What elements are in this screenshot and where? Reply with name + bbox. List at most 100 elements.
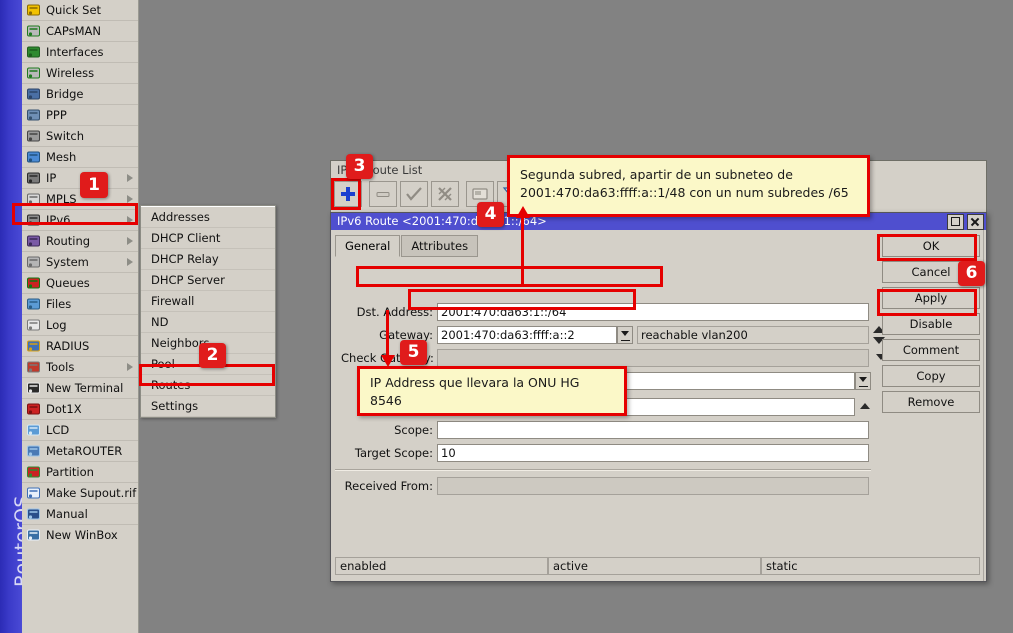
sidebar-item-dot1x[interactable]: Dot1X xyxy=(22,399,138,420)
sidebar-item-quick-set[interactable]: Quick Set xyxy=(22,0,138,21)
remove-button[interactable] xyxy=(369,181,397,207)
sidebar-item-label: Partition xyxy=(46,465,94,479)
submenu-item-firewall[interactable]: Firewall xyxy=(141,291,275,312)
sidebar-item-label: Tools xyxy=(46,360,74,374)
sidebar-item-manual[interactable]: Manual xyxy=(22,504,138,525)
dialog-status-bar: enabled active static xyxy=(335,557,980,575)
screen: RouterOS WinBox Quick SetCAPsMANInterfac… xyxy=(0,0,1013,633)
sidebar-item-switch[interactable]: Switch xyxy=(22,126,138,147)
sidebar-item-wireless[interactable]: Wireless xyxy=(22,63,138,84)
type-dropdown-icon[interactable] xyxy=(855,372,871,390)
sidebar-item-log[interactable]: Log xyxy=(22,315,138,336)
chevron-right-icon xyxy=(127,258,133,266)
sidebar-item-interfaces[interactable]: Interfaces xyxy=(22,42,138,63)
badge-1: 1 xyxy=(80,172,108,198)
sidebar-item-label: Routing xyxy=(46,234,90,248)
badge-5: 5 xyxy=(400,340,427,365)
mesh-icon xyxy=(26,150,41,164)
folder-icon xyxy=(26,297,41,311)
check-icon xyxy=(405,185,423,207)
target-scope-input[interactable]: 10 xyxy=(437,444,869,462)
sidebar-item-routing[interactable]: Routing xyxy=(22,231,138,252)
sidebar-item-new-winbox[interactable]: New WinBox xyxy=(22,525,138,546)
target-scope-label: Target Scope: xyxy=(341,444,433,463)
dialog-window-controls[interactable] xyxy=(944,214,984,230)
metarouter-icon xyxy=(26,444,41,458)
disable-button[interactable]: Disable xyxy=(882,313,980,335)
ipv6-submenu[interactable]: AddressesDHCP Client DHCP Relay DHCP Serve… xyxy=(140,205,276,418)
sidebar-item-make-supout-rif[interactable]: Make Supout.rif xyxy=(22,483,138,504)
gateway-input[interactable]: 2001:470:da63:ffff:a::2 xyxy=(437,326,617,344)
comment-button[interactable]: Comment xyxy=(882,339,980,361)
sidebar-item-system[interactable]: System xyxy=(22,252,138,273)
gateway-dropdown-icon[interactable] xyxy=(617,326,633,344)
cross-icon xyxy=(436,185,454,207)
sidebar-item-mesh[interactable]: Mesh xyxy=(22,147,138,168)
note-subnet-line2: 2001:470:da63:ffff:a::1/48 con un num su… xyxy=(520,184,857,202)
sidebar-item-ppp[interactable]: PPP xyxy=(22,105,138,126)
sidebar-item-new-terminal[interactable]: New Terminal xyxy=(22,378,138,399)
highlight-dst-address xyxy=(356,266,663,287)
tab-general-label: General xyxy=(345,239,390,253)
copy-button[interactable]: Copy xyxy=(882,365,980,387)
tab-attributes-label: Attributes xyxy=(411,239,468,253)
sidebar-item-bridge[interactable]: Bridge xyxy=(22,84,138,105)
submenu-item-addresses[interactable]: Addresses xyxy=(141,206,275,228)
check-gateway-input[interactable] xyxy=(437,349,869,367)
tab-attributes[interactable]: Attributes xyxy=(401,235,478,257)
sidebar-item-partition[interactable]: Partition xyxy=(22,462,138,483)
main-menu[interactable]: Quick Set CAPsMANInterfacesWirelessBridge… xyxy=(22,0,139,633)
submenu-item-label: DHCP Relay xyxy=(151,252,219,266)
gear-icon xyxy=(26,255,41,269)
disable-button[interactable] xyxy=(431,181,459,207)
winbox-icon xyxy=(26,528,41,542)
status-active: active xyxy=(548,557,761,575)
gateway-status-text: reachable vlan200 xyxy=(637,326,869,344)
sidebar-item-label: RADIUS xyxy=(46,339,89,353)
badge-6: 6 xyxy=(958,261,985,286)
bridge-icon xyxy=(26,87,41,101)
sidebar-item-label: Manual xyxy=(46,507,88,521)
button-label: Cancel xyxy=(912,265,951,279)
sidebar-item-label: Switch xyxy=(46,129,84,143)
note-subnet-line1: Segunda subred, apartir de un subneteo d… xyxy=(520,166,857,184)
queues-icon xyxy=(26,276,41,290)
distance-spinner-up-icon[interactable] xyxy=(860,403,870,409)
dot1x-icon xyxy=(26,402,41,416)
dialog-tabs[interactable]: General Attributes xyxy=(335,235,479,256)
sidebar-item-capsman[interactable]: CAPsMAN xyxy=(22,21,138,42)
sidebar-item-label: Dot1X xyxy=(46,402,82,416)
manual-icon xyxy=(26,507,41,521)
submenu-item-dhcp-server[interactable]: DHCP Server xyxy=(141,270,275,291)
main-menu-filler xyxy=(22,544,139,633)
scope-input[interactable] xyxy=(437,421,869,439)
submenu-item-label: DHCP Server xyxy=(151,273,225,287)
submenu-item-dhcp-relay[interactable]: DHCP Relay xyxy=(141,249,275,270)
sidebar-item-metarouter[interactable]: MetaROUTER xyxy=(22,441,138,462)
received-from-input[interactable] xyxy=(437,477,869,495)
sidebar-item-label: Quick Set xyxy=(46,3,101,17)
ppp-icon xyxy=(26,108,41,122)
submenu-item-dhcp-client[interactable]: DHCP Client xyxy=(141,228,275,249)
highlight-apply-button xyxy=(877,289,977,316)
submenu-item-nd[interactable]: ND xyxy=(141,312,275,333)
chevron-right-icon xyxy=(127,174,133,182)
remove-button[interactable]: Remove xyxy=(882,391,980,413)
close-button[interactable] xyxy=(967,214,984,230)
highlight-ok-button xyxy=(877,234,977,261)
switch-icon xyxy=(26,129,41,143)
maximize-button[interactable] xyxy=(947,214,964,230)
sidebar-item-label: PPP xyxy=(46,108,67,122)
sidebar-item-files[interactable]: Files xyxy=(22,294,138,315)
arrow-note-subnet-stem xyxy=(521,217,524,285)
submenu-item-settings[interactable]: Settings xyxy=(141,396,275,417)
sidebar-item-lcd[interactable]: LCD xyxy=(22,420,138,441)
enable-button[interactable] xyxy=(400,181,428,207)
sidebar-item-tools[interactable]: Tools xyxy=(22,357,138,378)
tab-general[interactable]: General xyxy=(335,235,400,257)
received-from-label: Received From: xyxy=(341,477,433,496)
sidebar-item-radius[interactable]: RADIUS xyxy=(22,336,138,357)
highlight-ipv6-menu xyxy=(12,203,138,225)
sidebar-item-queues[interactable]: Queues xyxy=(22,273,138,294)
highlight-gateway xyxy=(408,289,636,310)
